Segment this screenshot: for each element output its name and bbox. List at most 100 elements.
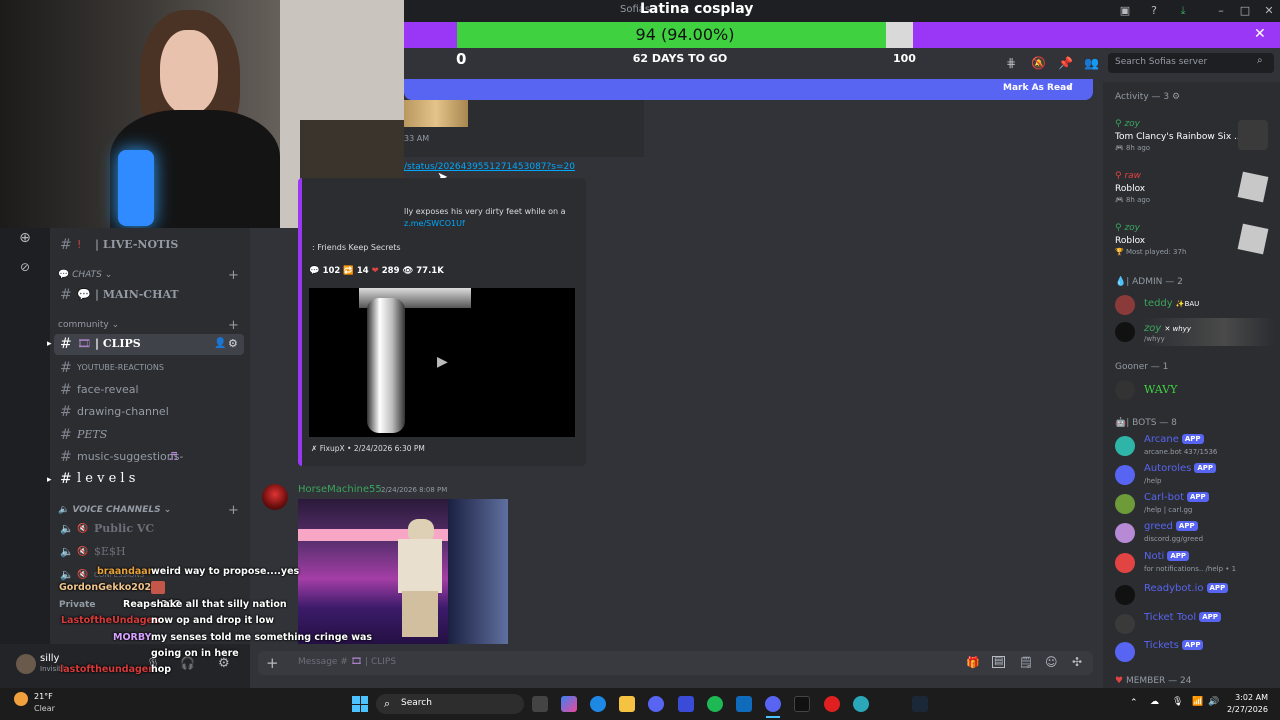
- bot-name[interactable]: greed APP: [1144, 521, 1198, 532]
- bot-name[interactable]: Carl-bot APP: [1144, 492, 1209, 503]
- channel-face-reveal[interactable]: # face-reveal: [50, 379, 250, 401]
- attach-plus-icon[interactable]: +: [266, 654, 279, 672]
- channel-main-chat[interactable]: # 💬 | MAIN-CHAT: [50, 284, 250, 306]
- mark-as-read-button[interactable]: Mark As Read: [1003, 83, 1073, 93]
- help-icon[interactable]: ?: [1147, 4, 1161, 18]
- discord-icon[interactable]: [648, 696, 664, 712]
- bot-avatar[interactable]: [1115, 614, 1135, 634]
- search-input[interactable]: Search Sofias server: [1108, 53, 1274, 73]
- start-icon[interactable]: [352, 696, 368, 712]
- gift-icon[interactable]: 🎁: [966, 656, 980, 669]
- weather-temp[interactable]: 21°F: [34, 692, 53, 701]
- tiktok-icon[interactable]: [794, 696, 810, 712]
- member-list-icon[interactable]: 👥: [1084, 56, 1099, 70]
- author-avatar[interactable]: [262, 484, 288, 510]
- bot-avatar[interactable]: [1115, 553, 1135, 573]
- bot-avatar[interactable]: [1115, 436, 1135, 456]
- tweet-link[interactable]: /status/2026439551271453087?s=20: [404, 162, 575, 172]
- tray-app-icon[interactable]: ☁: [1150, 697, 1159, 707]
- discover-icon[interactable]: ⊘: [16, 258, 34, 276]
- channel-live-notis[interactable]: #! | LIVE-NOTIS: [50, 234, 250, 256]
- bot-name[interactable]: Noti APP: [1144, 551, 1189, 562]
- voice-sesh[interactable]: 🔈 🔇 $E$H: [50, 541, 250, 563]
- activity-user[interactable]: ⚲ zoy: [1115, 119, 1140, 129]
- sticker-icon[interactable]: 🗒: [1019, 656, 1033, 669]
- file-explorer-icon[interactable]: [619, 696, 635, 712]
- inbox-icon[interactable]: ▣: [1118, 4, 1132, 18]
- emoji-icon[interactable]: ☺: [1045, 655, 1058, 669]
- member-teddy[interactable]: teddy ✨BAU: [1144, 298, 1199, 309]
- add-channel-icon[interactable]: +: [228, 318, 239, 333]
- volume-icon[interactable]: 🔊: [1208, 697, 1219, 707]
- channel-pets[interactable]: # PETS: [50, 424, 250, 446]
- add-channel-icon[interactable]: +: [228, 268, 239, 283]
- mail-icon[interactable]: [736, 696, 752, 712]
- opera-icon[interactable]: [824, 696, 840, 712]
- member-avatar[interactable]: [1115, 322, 1135, 342]
- copilot-icon[interactable]: [561, 696, 577, 712]
- user-avatar[interactable]: [16, 654, 36, 674]
- new-messages-bar[interactable]: [404, 79, 1093, 100]
- pin-icon[interactable]: 📌: [1058, 56, 1073, 70]
- spotify-icon[interactable]: [707, 696, 723, 712]
- discord-active-icon[interactable]: [765, 696, 781, 712]
- add-server-icon[interactable]: ⊕: [16, 229, 34, 247]
- threads-icon[interactable]: ⋕: [1004, 56, 1018, 70]
- member-wavy[interactable]: WAVY: [1144, 383, 1177, 396]
- bot-name[interactable]: Tickets APP: [1144, 640, 1204, 651]
- channel-youtube-reactions[interactable]: # YOUTUBE-REACTIONS: [50, 357, 250, 379]
- activity-user[interactable]: ⚲ raw: [1115, 171, 1141, 181]
- image-preview[interactable]: [404, 100, 468, 127]
- category-voice[interactable]: 🔈 VOICE CHANNELS ⌄: [58, 505, 171, 515]
- message-input[interactable]: Message # 🎞 | CLIPS: [298, 657, 396, 667]
- embed-link[interactable]: z.me/SWCO1Uf: [404, 219, 465, 228]
- member-zoy[interactable]: zoy ✕ whyy: [1144, 323, 1191, 334]
- category-chats[interactable]: 💬 CHATS ⌄: [58, 270, 112, 280]
- tray-mic-icon[interactable]: 🎙: [1172, 697, 1183, 707]
- bot-avatar[interactable]: [1115, 585, 1135, 605]
- channel-levels[interactable]: # l e v e l s: [50, 468, 250, 490]
- wifi-icon[interactable]: 📶: [1192, 697, 1203, 707]
- tray-chevron-icon[interactable]: ⌃: [1130, 698, 1138, 708]
- channel-settings-icon[interactable]: ⚙: [228, 337, 238, 350]
- goal-close-icon[interactable]: ✕: [1254, 26, 1266, 42]
- bot-name[interactable]: Readybot.io APP: [1144, 583, 1229, 594]
- voice-public-vc[interactable]: 🔈 🔇 Public VC: [50, 518, 250, 540]
- channel-drawing[interactable]: # drawing-channel: [50, 401, 250, 423]
- bot-avatar[interactable]: [1115, 523, 1135, 543]
- mute-bell-icon[interactable]: 🔕: [1031, 56, 1046, 70]
- gif-icon[interactable]: ▤: [992, 656, 1006, 668]
- minimize-icon[interactable]: –: [1214, 4, 1228, 18]
- bot-name[interactable]: Ticket Tool APP: [1144, 612, 1221, 623]
- edge-icon[interactable]: [590, 696, 606, 712]
- app-icon[interactable]: [853, 696, 869, 712]
- add-channel-icon[interactable]: +: [228, 503, 239, 518]
- steam-icon[interactable]: [912, 696, 928, 712]
- taskbar-search[interactable]: [376, 694, 524, 714]
- window-close-icon[interactable]: ✕: [1262, 4, 1276, 18]
- member-avatar[interactable]: [1115, 380, 1135, 400]
- bot-avatar[interactable]: [1115, 465, 1135, 485]
- bot-avatar[interactable]: [1115, 494, 1135, 514]
- activity-user[interactable]: ⚲ zoy: [1115, 223, 1140, 233]
- store-icon[interactable]: [678, 696, 694, 712]
- channel-music-suggestions[interactable]: # music-suggestions- ♬: [50, 446, 250, 468]
- author-name[interactable]: HorseMachine55: [298, 484, 382, 495]
- clock-date[interactable]: 2/27/2026: [1224, 705, 1268, 714]
- bot-name[interactable]: Autoroles APP: [1144, 463, 1217, 474]
- bot-avatar[interactable]: [1115, 642, 1135, 662]
- image-attachment[interactable]: [298, 499, 508, 644]
- member-avatar[interactable]: [1115, 295, 1135, 315]
- maximize-icon[interactable]: □: [1238, 4, 1252, 18]
- voice-private[interactable]: Private: [59, 600, 95, 610]
- overlay-chat-user: GordonGekko2023: [59, 582, 158, 593]
- category-community[interactable]: community ⌄: [58, 320, 119, 330]
- bot-name[interactable]: Arcane APP: [1144, 434, 1204, 445]
- invite-icon[interactable]: 👤: [214, 338, 226, 349]
- task-view-icon[interactable]: [532, 696, 548, 712]
- play-icon[interactable]: ▶: [437, 354, 448, 370]
- video-player[interactable]: ▶: [309, 288, 575, 437]
- clock-time[interactable]: 3:02 AM: [1224, 693, 1268, 702]
- download-icon[interactable]: ⤓: [1176, 4, 1190, 18]
- apps-icon[interactable]: ✣: [1072, 655, 1082, 669]
